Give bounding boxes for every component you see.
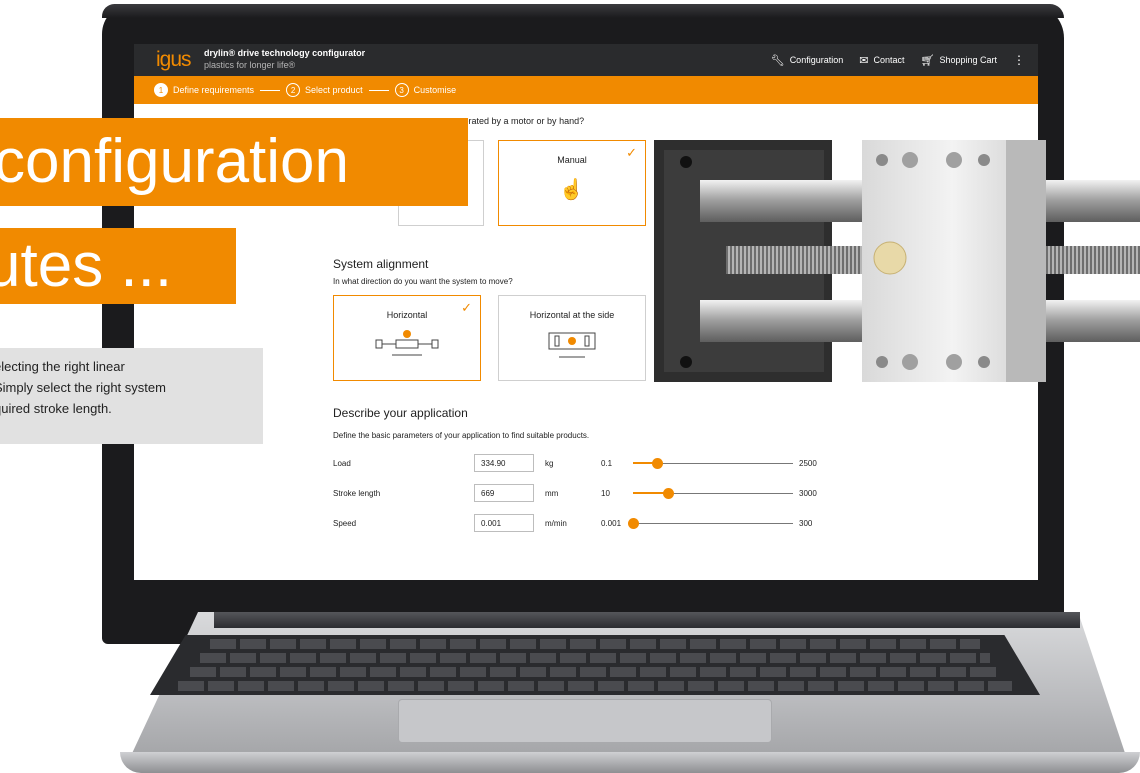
- slider-thumb[interactable]: [628, 518, 639, 529]
- overlay-body-line: Simply select the right system: [0, 380, 166, 395]
- cart-icon: 🛒︎: [920, 54, 935, 67]
- bezel: [102, 4, 1064, 18]
- check-icon: ✓: [626, 145, 637, 160]
- wrench-icon: 🔧︎: [770, 54, 785, 67]
- step-customise[interactable]: 3 Customise: [394, 83, 457, 97]
- speed-slider[interactable]: [628, 518, 793, 529]
- load-slider[interactable]: [633, 458, 793, 469]
- slider-max: 300: [799, 519, 813, 528]
- slider-max: 2500: [799, 459, 817, 468]
- step-connector: [260, 89, 281, 91]
- alignment-question: In what direction do you want the system…: [333, 277, 513, 286]
- header-nav: 🔧︎ Configuration ✉ Contact 🛒︎ Shopping C…: [771, 53, 1025, 67]
- param-unit: kg: [545, 459, 554, 468]
- option-label: Horizontal at the side: [529, 310, 615, 320]
- overlay-headline-2: utes ...: [0, 228, 236, 304]
- nav-contact-label: Contact: [873, 55, 905, 65]
- overlay-headline-1: configuration: [0, 118, 468, 206]
- step-select-product[interactable]: 2 Select product: [286, 83, 363, 97]
- horizontal-system-icon: [375, 330, 439, 356]
- nav-configuration-label: Configuration: [789, 55, 844, 65]
- option-horizontal[interactable]: Horizontal ✓: [333, 295, 481, 381]
- step-number: 1: [154, 83, 168, 97]
- slider-min: 0.1: [601, 459, 613, 468]
- slider-thumb[interactable]: [663, 488, 675, 499]
- nav-cart-label: Shopping Cart: [939, 55, 997, 65]
- param-name: Load: [333, 459, 351, 468]
- param-unit: mm: [545, 489, 559, 498]
- stroke-slider[interactable]: [633, 488, 793, 499]
- keyboard: [150, 635, 1040, 695]
- slider-thumb[interactable]: [652, 458, 663, 469]
- slider-min: 0.001: [601, 519, 622, 528]
- step-label: Define requirements: [173, 85, 255, 95]
- speed-input[interactable]: [474, 514, 534, 532]
- step-label: Select product: [305, 85, 363, 95]
- param-row-load: Load kg 0.1 2500: [333, 454, 823, 474]
- slider-max: 3000: [799, 489, 817, 498]
- key-row: [210, 639, 980, 649]
- step-number: 3: [394, 83, 409, 97]
- overlay-body-line: quired stroke length.: [0, 401, 112, 416]
- app-subtitle: plastics for longer life®: [204, 60, 296, 70]
- mail-icon: ✉: [859, 54, 869, 67]
- overlay-body-line: electing the right linear: [0, 359, 125, 374]
- key-row: [178, 681, 1012, 691]
- igus-logo[interactable]: igus: [156, 48, 192, 72]
- nav-shopping-cart[interactable]: 🛒︎ Shopping Cart: [920, 54, 997, 67]
- more-menu-icon[interactable]: ⋮: [1013, 53, 1025, 67]
- overlay-info-box: electing the right linear Simply select …: [0, 348, 263, 444]
- laptop-base-lip: [120, 752, 1140, 773]
- param-name: Speed: [333, 519, 357, 528]
- option-manual[interactable]: Manual ✓ ☝: [498, 140, 646, 226]
- slider-min: 10: [601, 489, 610, 498]
- overlay-line-2: utes ...: [0, 231, 173, 300]
- param-name: Stroke length: [333, 489, 381, 498]
- param-row-speed: Speed m/min 0.001 300: [333, 514, 823, 534]
- alignment-heading: System alignment: [333, 257, 429, 271]
- laptop-hinge: [214, 612, 1080, 628]
- nav-configuration[interactable]: 🔧︎ Configuration: [771, 54, 844, 67]
- check-icon: ✓: [461, 300, 472, 315]
- overlay-line-1: configuration: [0, 127, 350, 196]
- option-label: Manual: [557, 155, 587, 165]
- step-number: 2: [286, 83, 301, 97]
- app-title: drylin® drive technology configurator: [204, 48, 366, 58]
- param-row-stroke: Stroke length mm 10 3000: [333, 484, 823, 504]
- key-row: [190, 667, 1000, 677]
- application-heading: Describe your application: [333, 406, 468, 420]
- hand-icon: ☝: [559, 179, 584, 201]
- app-header: igus drylin® drive technology configurat…: [134, 44, 1038, 76]
- option-label: Horizontal: [386, 310, 428, 320]
- application-description: Define the basic parameters of your appl…: [333, 431, 590, 440]
- linear-module-image: [654, 140, 1140, 382]
- option-horizontal-side[interactable]: Horizontal at the side: [498, 295, 646, 381]
- steps-bar: 1 Define requirements 2 Select product 3…: [134, 76, 1038, 104]
- side-system-icon: [548, 332, 596, 358]
- overlay-body: electing the right linear Simply select …: [0, 356, 166, 419]
- stroke-input[interactable]: [474, 484, 534, 502]
- step-connector: [368, 89, 389, 91]
- param-unit: m/min: [545, 519, 567, 528]
- step-define-requirements[interactable]: 1 Define requirements: [154, 83, 254, 97]
- key-row: [200, 653, 990, 663]
- load-input[interactable]: [474, 454, 534, 472]
- trackpad: [398, 699, 772, 743]
- nav-contact[interactable]: ✉ Contact: [859, 54, 904, 67]
- step-label: Customise: [413, 85, 457, 95]
